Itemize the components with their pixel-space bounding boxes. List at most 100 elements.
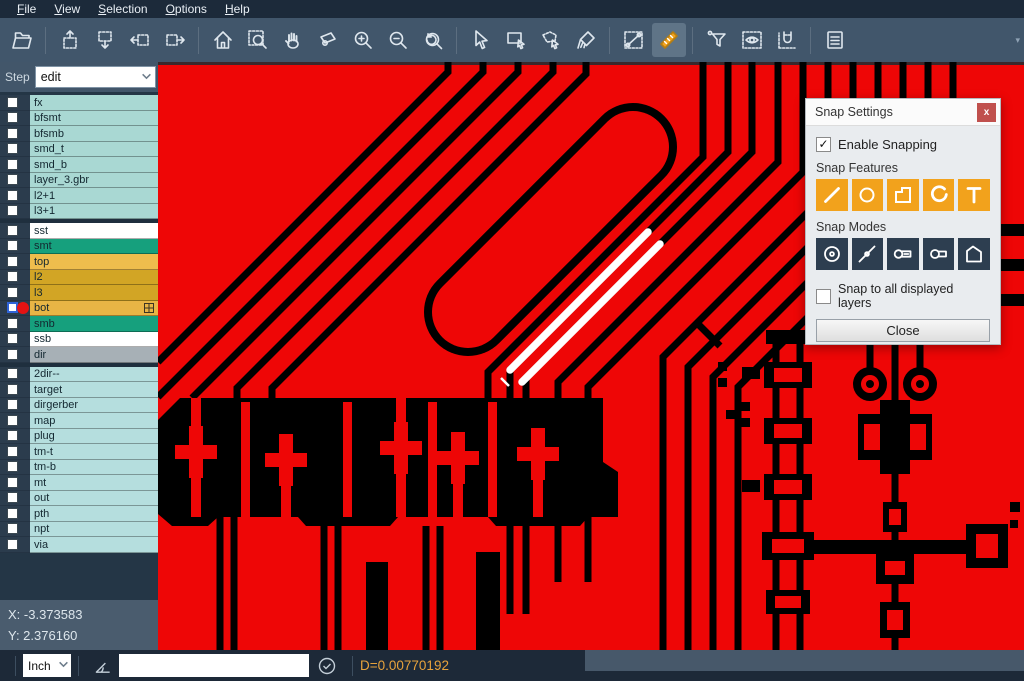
layer-name[interactable]: sst [30, 223, 158, 239]
layer-row-layer_3.gbr[interactable]: layer_3.gbr [0, 173, 158, 189]
layer-name[interactable]: ssb [30, 332, 158, 348]
layer-name[interactable]: smd_t [30, 142, 158, 158]
menu-help[interactable]: Help [216, 0, 259, 18]
layer-visibility-checkbox[interactable] [7, 368, 18, 379]
close-icon[interactable]: x [977, 103, 996, 122]
layer-name[interactable]: l2 [30, 270, 158, 286]
layer-name[interactable]: l2+1 [30, 188, 158, 204]
layer-visibility-checkbox[interactable] [7, 492, 18, 503]
layer-row-mt[interactable]: mt [0, 475, 158, 491]
layer-row-dir[interactable]: dir [0, 347, 158, 363]
layer-name[interactable]: dir [30, 347, 158, 363]
snap-mode-polygon-button[interactable] [958, 238, 990, 270]
layer-row-l2[interactable]: l2 [0, 270, 158, 286]
layer-name[interactable]: bfsmt [30, 111, 158, 127]
layer-row-smd_b[interactable]: smd_b [0, 157, 158, 173]
snap-feature-text-button[interactable] [958, 179, 990, 211]
layer-name[interactable]: dirgerber [30, 398, 158, 414]
layer-visibility-checkbox[interactable] [7, 523, 18, 534]
zoom-window-button[interactable] [241, 23, 275, 57]
menu-file[interactable]: File [8, 0, 45, 18]
layer-row-pth[interactable]: pth [0, 506, 158, 522]
layer-name[interactable]: smb [30, 316, 158, 332]
layer-visibility-checkbox[interactable] [7, 287, 18, 298]
snap-feature-arc-button[interactable] [923, 179, 955, 211]
layer-row-tm-b[interactable]: tm-b [0, 460, 158, 476]
layer-row-smt[interactable]: smt [0, 239, 158, 255]
layer-visibility-checkbox[interactable] [7, 333, 18, 344]
step-select[interactable]: edit [35, 66, 156, 88]
select-polygon-button[interactable] [534, 23, 568, 57]
snap-mode-center-button[interactable] [816, 238, 848, 270]
layer-visibility-checkbox[interactable] [7, 477, 18, 488]
layer-visibility-checkbox[interactable] [7, 128, 18, 139]
layer-visibility-checkbox[interactable] [7, 205, 18, 216]
layer-row-target[interactable]: target [0, 382, 158, 398]
layer-row-tm-t[interactable]: tm-t [0, 444, 158, 460]
layer-name[interactable]: pth [30, 506, 158, 522]
layer-name[interactable]: map [30, 413, 158, 429]
layer-row-l3[interactable]: l3 [0, 285, 158, 301]
select-pointer-button[interactable] [464, 23, 498, 57]
layer-visibility-checkbox[interactable] [7, 384, 18, 395]
layer-visibility-checkbox[interactable] [7, 271, 18, 282]
menu-view[interactable]: View [45, 0, 89, 18]
pan-hand-button[interactable] [276, 23, 310, 57]
layer-visibility-checkbox[interactable] [7, 349, 18, 360]
view-eye-button[interactable] [735, 23, 769, 57]
angle-measure-icon[interactable] [92, 655, 113, 677]
layer-row-smd_t[interactable]: smd_t [0, 142, 158, 158]
snap-magnet-button[interactable] [770, 23, 804, 57]
layer-name[interactable]: l3 [30, 285, 158, 301]
layer-name[interactable]: smt [30, 239, 158, 255]
zoom-out-button[interactable] [381, 23, 415, 57]
snap-feature-pad-button[interactable] [887, 179, 919, 211]
close-button[interactable]: Close [816, 319, 990, 342]
layer-name[interactable]: tm-t [30, 444, 158, 460]
layer-row-via[interactable]: via [0, 537, 158, 553]
zoom-in-button[interactable] [346, 23, 380, 57]
layer-visibility-checkbox[interactable] [7, 190, 18, 201]
layer-row-l3+1[interactable]: l3+1 [0, 204, 158, 220]
layer-visibility-checkbox[interactable] [7, 318, 18, 329]
layer-row-top[interactable]: top [0, 254, 158, 270]
layer-row-bfsmt[interactable]: bfsmt [0, 111, 158, 127]
layer-row-sst[interactable]: sst [0, 223, 158, 239]
snap-feature-line-button[interactable] [816, 179, 848, 211]
layer-visibility-checkbox[interactable] [7, 97, 18, 108]
enable-snapping-row[interactable]: ✓ Enable Snapping [816, 137, 990, 152]
menu-options[interactable]: Options [157, 0, 216, 18]
layer-name[interactable]: layer_3.gbr [30, 173, 158, 189]
layer-visibility-checkbox[interactable] [7, 430, 18, 441]
snap-mode-key-slot-button[interactable] [887, 238, 919, 270]
apply-check-icon[interactable] [317, 656, 337, 676]
layer-row-fx[interactable]: fx [0, 95, 158, 111]
layer-visibility-checkbox[interactable] [7, 143, 18, 154]
layer-visibility-checkbox[interactable] [7, 415, 18, 426]
filter-button[interactable] [700, 23, 734, 57]
layer-visibility-checkbox[interactable] [7, 225, 18, 236]
layer-name[interactable]: bfsmb [30, 126, 158, 142]
layer-visibility-checkbox[interactable] [7, 240, 18, 251]
layer-row-bot[interactable]: bot [0, 301, 158, 317]
layer-row-dirgerber[interactable]: dirgerber [0, 398, 158, 414]
snap-all-layers-checkbox[interactable] [816, 289, 831, 304]
snap-all-layers-row[interactable]: Snap to all displayed layers [816, 282, 990, 310]
layer-name[interactable]: top [30, 254, 158, 270]
layer-row-smb[interactable]: smb [0, 316, 158, 332]
layer-name[interactable]: tm-b [30, 460, 158, 476]
snap-feature-circle-button[interactable] [852, 179, 884, 211]
layer-visibility-checkbox[interactable] [7, 446, 18, 457]
layer-name[interactable]: via [30, 537, 158, 553]
layer-row-npt[interactable]: npt [0, 522, 158, 538]
layer-name[interactable]: 2dir-- [30, 367, 158, 383]
enable-snapping-checkbox[interactable]: ✓ [816, 137, 831, 152]
import-top-button[interactable] [53, 23, 87, 57]
layer-name[interactable]: target [30, 382, 158, 398]
measure-distance-button[interactable] [617, 23, 651, 57]
select-rectangle-button[interactable] [499, 23, 533, 57]
snap-mode-keyhole-button[interactable] [923, 238, 955, 270]
units-select[interactable]: Inch [23, 654, 71, 677]
layer-name[interactable]: mt [30, 475, 158, 491]
brush-button[interactable] [569, 23, 603, 57]
